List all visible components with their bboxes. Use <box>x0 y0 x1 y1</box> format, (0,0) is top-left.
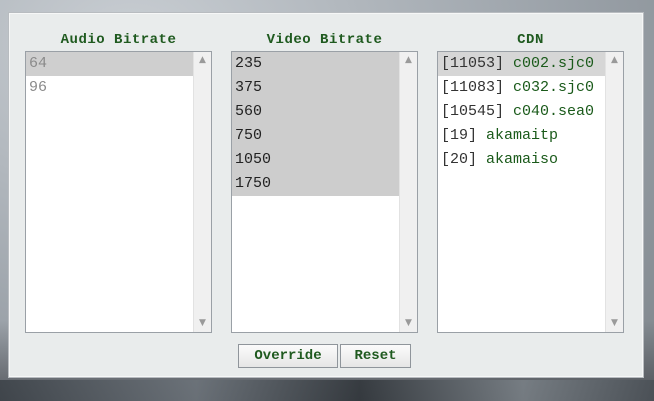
audio-bitrate-title: Audio Bitrate <box>60 32 177 48</box>
audio-bitrate-option[interactable]: 64 <box>26 52 194 76</box>
video-bitrate-title: Video Bitrate <box>266 32 383 48</box>
scroll-up-icon[interactable]: ▲ <box>606 52 623 69</box>
reset-button[interactable]: Reset <box>340 344 411 368</box>
override-button[interactable]: Override <box>238 344 338 368</box>
cdn-host: c032.sjc0 <box>513 79 595 96</box>
audio-bitrate-column: Audio Bitrate 64 96 ▲ ▼ <box>25 31 212 333</box>
cdn-listbox[interactable]: [11053] c002.sjc0 [11083] c032.sjc0 [105… <box>437 51 624 333</box>
cdn-option[interactable]: [19] akamaitp <box>438 124 606 148</box>
cdn-host: c002.sjc0 <box>513 55 595 72</box>
background-strip <box>0 380 654 401</box>
video-bitrate-listbox[interactable]: 235 375 560 750 1050 1750 ▲ ▼ <box>231 51 418 333</box>
video-bitrate-option[interactable]: 750 <box>232 124 400 148</box>
scroll-down-icon[interactable]: ▼ <box>400 315 417 332</box>
cdn-option[interactable]: [11083] c032.sjc0 <box>438 76 606 100</box>
cdn-id: [19] <box>441 127 478 144</box>
cdn-host: c040.sea0 <box>513 103 595 120</box>
cdn-id: [10545] <box>441 103 505 120</box>
video-bitrate-column: Video Bitrate 235 375 560 750 1050 1750 … <box>231 31 418 333</box>
cdn-host: akamaitp <box>486 127 559 144</box>
audio-bitrate-listbox[interactable]: 64 96 ▲ ▼ <box>25 51 212 333</box>
cdn-scrollbar[interactable]: ▲ ▼ <box>605 52 623 332</box>
cdn-option[interactable]: [11053] c002.sjc0 <box>438 52 606 76</box>
video-bitrate-option[interactable]: 1050 <box>232 148 400 172</box>
cdn-title: CDN <box>517 32 544 48</box>
video-bitrate-option[interactable]: 235 <box>232 52 400 76</box>
scroll-up-icon[interactable]: ▲ <box>194 52 211 69</box>
scroll-down-icon[interactable]: ▼ <box>194 315 211 332</box>
audio-scrollbar[interactable]: ▲ ▼ <box>193 52 211 332</box>
scroll-up-icon[interactable]: ▲ <box>400 52 417 69</box>
cdn-host: akamaiso <box>486 151 559 168</box>
audio-bitrate-option[interactable]: 96 <box>26 76 194 100</box>
bitrate-cdn-panel: Audio Bitrate 64 96 ▲ ▼ Video Bitrate 23… <box>8 12 644 378</box>
video-bitrate-option[interactable]: 560 <box>232 100 400 124</box>
video-bitrate-option[interactable]: 375 <box>232 76 400 100</box>
cdn-option[interactable]: [20] akamaiso <box>438 148 606 172</box>
video-scrollbar[interactable]: ▲ ▼ <box>399 52 417 332</box>
cdn-column: CDN [11053] c002.sjc0 [11083] c032.sjc0 … <box>437 31 624 333</box>
cdn-id: [11053] <box>441 55 505 72</box>
cdn-option[interactable]: [10545] c040.sea0 <box>438 100 606 124</box>
cdn-id: [11083] <box>441 79 505 96</box>
cdn-id: [20] <box>441 151 478 168</box>
scroll-down-icon[interactable]: ▼ <box>606 315 623 332</box>
video-bitrate-option[interactable]: 1750 <box>232 172 400 196</box>
